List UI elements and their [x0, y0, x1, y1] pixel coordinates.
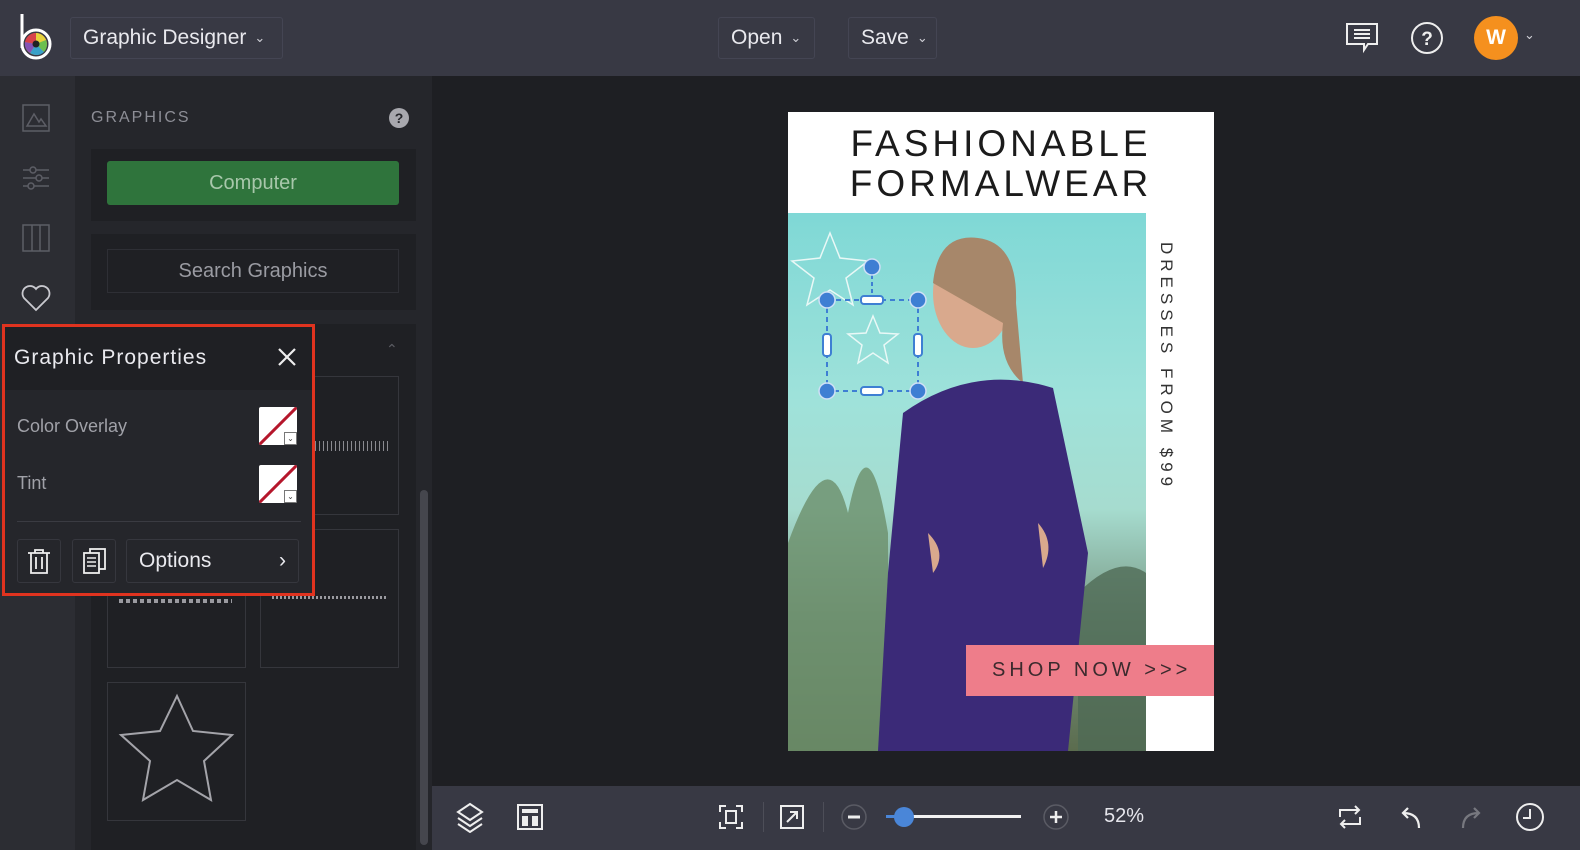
- dotted-line-graphic: [119, 599, 232, 603]
- open-label: Open: [731, 26, 783, 49]
- color-overlay-swatch[interactable]: ⌄: [259, 407, 297, 445]
- options-label: Options: [139, 549, 212, 572]
- panel-title: GRAPHICS: [91, 109, 191, 126]
- redo-icon: [1461, 807, 1481, 829]
- open-dropdown[interactable]: Open ⌄: [718, 17, 815, 59]
- close-icon[interactable]: [273, 343, 301, 371]
- avatar-initial: W: [1486, 26, 1506, 49]
- layout-columns-icon[interactable]: [20, 222, 52, 254]
- duplicate-button[interactable]: [72, 539, 116, 583]
- resize-handle[interactable]: [818, 291, 836, 309]
- divider: [17, 521, 301, 522]
- plus-circle-icon: [1043, 804, 1069, 830]
- chevron-up-icon[interactable]: ⌃: [386, 341, 398, 358]
- layers-icon: [456, 802, 484, 833]
- computer-upload-button[interactable]: Computer: [107, 161, 399, 205]
- adjustments-icon[interactable]: [20, 162, 52, 194]
- divider: [763, 802, 764, 832]
- clock-icon: [1516, 803, 1544, 831]
- fit-to-screen-button[interactable]: [714, 800, 748, 834]
- heart-icon[interactable]: [20, 282, 52, 314]
- headline-line-1: FASHIONABLE: [850, 123, 1152, 164]
- zoom-slider-knob[interactable]: [893, 807, 914, 827]
- help-circle-icon[interactable]: ?: [389, 108, 409, 128]
- svg-text:?: ?: [1421, 29, 1433, 50]
- chevron-right-icon: ›: [279, 549, 286, 572]
- save-dropdown[interactable]: Save ⌄: [848, 17, 937, 59]
- bottom-toolbar: 52%: [432, 786, 1580, 850]
- selection-box[interactable]: [818, 253, 928, 403]
- color-overlay-label: Color Overlay: [17, 416, 128, 436]
- resize-handle[interactable]: [909, 291, 927, 309]
- layout-icon: [517, 804, 543, 830]
- mode-dropdown[interactable]: Graphic Designer ⌄: [70, 17, 283, 59]
- help-icon: ?: [1411, 22, 1443, 54]
- shop-now-banner[interactable]: SHOP NOW >>>: [966, 645, 1214, 696]
- zoom-out-button[interactable]: [837, 800, 871, 834]
- chevron-line-graphic: [272, 596, 388, 599]
- chevron-down-icon[interactable]: ⌄: [284, 432, 297, 445]
- feedback-button[interactable]: [1342, 18, 1382, 58]
- top-bar: Graphic Designer ⌄ Open ⌄ Save ⌄ ? W ⌄: [0, 0, 1580, 76]
- help-button[interactable]: ?: [1407, 18, 1447, 58]
- edge-handle[interactable]: [860, 386, 884, 396]
- tint-label: Tint: [17, 473, 47, 493]
- panel-scrollbar[interactable]: [420, 490, 428, 845]
- search-graphics-button[interactable]: Search Graphics: [107, 249, 399, 293]
- chevron-down-icon[interactable]: ⌄: [284, 490, 297, 503]
- rotate-handle[interactable]: [863, 258, 881, 276]
- dashed-line-graphic: [315, 441, 391, 451]
- design-canvas[interactable]: FASHIONABLE FORMALWEAR DRESSES FROM $99 …: [788, 112, 1214, 751]
- edge-handle[interactable]: [913, 333, 923, 357]
- trash-icon: [28, 549, 50, 574]
- chat-icon: [1346, 23, 1378, 54]
- properties-title: Graphic Properties: [14, 346, 208, 369]
- user-avatar[interactable]: W: [1474, 16, 1518, 60]
- zoom-in-button[interactable]: [1039, 800, 1073, 834]
- templates-button[interactable]: [513, 800, 547, 834]
- redo-button[interactable]: [1454, 800, 1488, 834]
- expand-button[interactable]: [775, 800, 809, 834]
- headline-line-2: FORMALWEAR: [849, 163, 1153, 204]
- swap-arrows-icon: [1339, 805, 1361, 829]
- undo-button[interactable]: [1394, 800, 1428, 834]
- tint-swatch[interactable]: ⌄: [259, 465, 297, 503]
- zoom-percent: 52%: [1104, 805, 1145, 827]
- app-logo[interactable]: [16, 12, 56, 64]
- expand-icon: [780, 805, 804, 829]
- properties-header: Graphic Properties: [5, 327, 312, 390]
- history-button[interactable]: [1513, 800, 1547, 834]
- delete-button[interactable]: [17, 539, 61, 583]
- fit-screen-icon: [719, 805, 743, 829]
- search-card: Search Graphics: [91, 234, 416, 310]
- undo-icon: [1401, 807, 1421, 829]
- flip-button[interactable]: [1333, 800, 1367, 834]
- zoom-slider[interactable]: [886, 807, 1021, 827]
- graphic-thumb-star[interactable]: [107, 682, 246, 821]
- chevron-down-icon[interactable]: ⌄: [1524, 27, 1535, 43]
- upload-card: Computer: [91, 149, 416, 221]
- options-button[interactable]: Options ›: [126, 539, 299, 583]
- divider: [823, 802, 824, 832]
- star-outline-icon: [118, 693, 235, 802]
- price-text[interactable]: DRESSES FROM $99: [1156, 242, 1176, 491]
- chevron-down-icon: ⌄: [916, 30, 928, 45]
- image-tool-icon[interactable]: [20, 102, 52, 134]
- minus-circle-icon: [841, 804, 867, 830]
- save-label: Save: [861, 26, 909, 49]
- mode-label: Graphic Designer: [83, 26, 247, 49]
- chevron-down-icon: ⌄: [254, 30, 266, 45]
- edge-handle[interactable]: [860, 295, 884, 305]
- copy-icon: [83, 548, 106, 574]
- resize-handle[interactable]: [818, 382, 836, 400]
- headline-text[interactable]: FASHIONABLE FORMALWEAR: [788, 124, 1214, 204]
- graphic-properties-panel: Graphic Properties Color Overlay ⌄ Tint …: [2, 324, 315, 596]
- edge-handle[interactable]: [822, 333, 832, 357]
- layers-button[interactable]: [453, 800, 487, 834]
- chevron-down-icon: ⌄: [790, 30, 802, 45]
- resize-handle[interactable]: [909, 382, 927, 400]
